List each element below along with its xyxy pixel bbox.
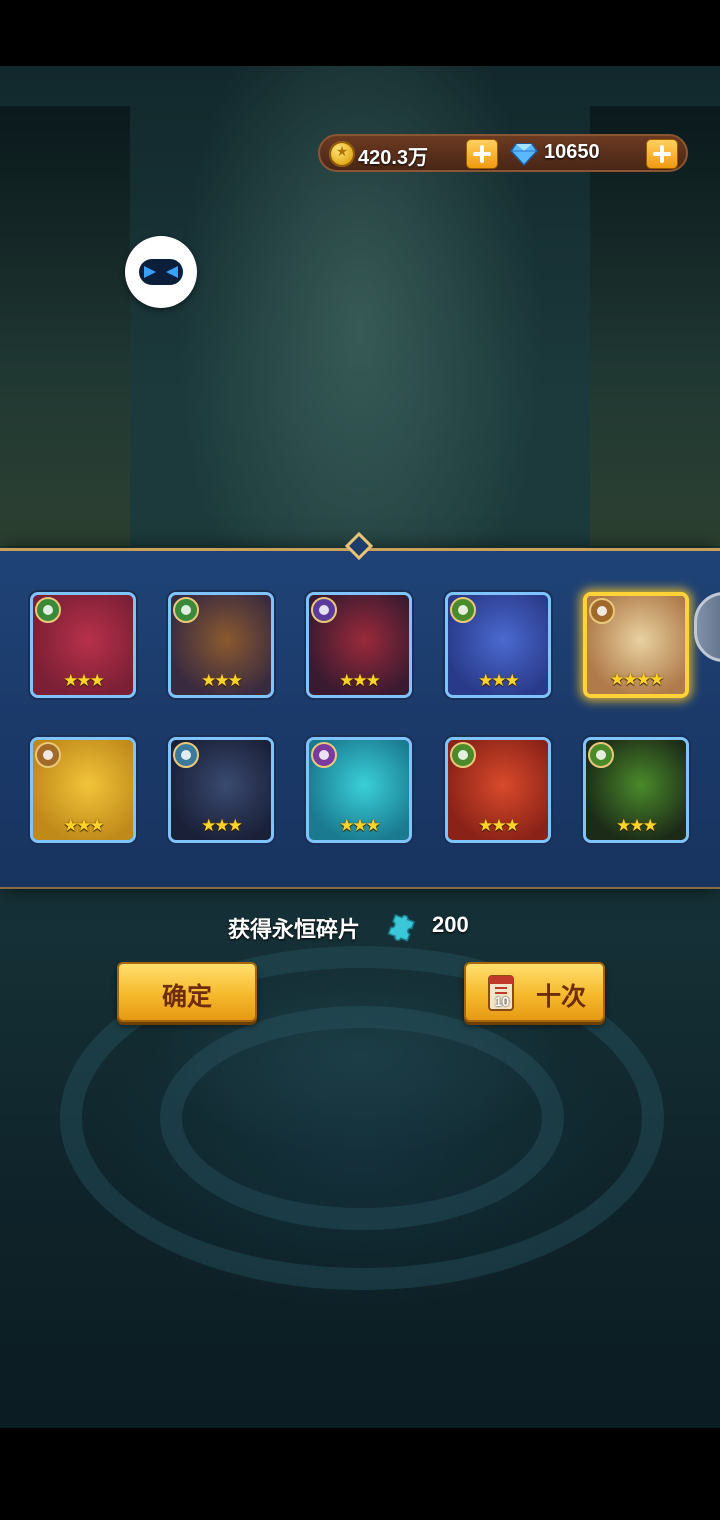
star-rating: ★★★★	[609, 670, 665, 689]
background-pillar-left	[0, 106, 130, 546]
hero-rock-golem-card[interactable]: ★★★	[583, 737, 689, 843]
forest-faction-icon	[588, 742, 614, 768]
arcane-faction-icon	[311, 742, 337, 768]
nature-faction-icon	[173, 597, 199, 623]
hero-monkey-warrior-card[interactable]: ★★★	[168, 592, 274, 698]
forest-faction-icon	[450, 742, 476, 768]
hero-dark-valkyrie-card[interactable]: ★★★	[168, 737, 274, 843]
ten-draw-button[interactable]: 10 十次	[464, 962, 605, 1022]
water-faction-icon	[173, 742, 199, 768]
hero-red-ogre-card[interactable]: ★★★	[445, 737, 551, 843]
nature-faction-icon	[35, 597, 61, 623]
puzzle-shard-icon	[387, 914, 416, 942]
star-rating: ★★★	[478, 816, 520, 835]
star-rating: ★★★	[201, 671, 243, 690]
star-rating: ★★★	[478, 671, 520, 690]
ticket-count: 10	[494, 994, 510, 1009]
star-rating: ★★★	[339, 816, 381, 835]
light-faction-icon	[589, 598, 615, 624]
star-rating: ★★★	[616, 816, 658, 835]
confirm-button[interactable]: 确定	[117, 962, 257, 1022]
hero-red-bird-card[interactable]: ★★★	[30, 592, 136, 698]
add-gems-button[interactable]	[646, 139, 678, 169]
hero-blue-shark-card[interactable]: ★★★	[445, 592, 551, 698]
hero-ice-beast-card[interactable]: ★★★	[306, 737, 412, 843]
ten-draw-button-label: 十次	[536, 983, 587, 1011]
star-rating: ★★★	[339, 671, 381, 690]
star-rating: ★★★	[63, 671, 105, 690]
gem-amount: 10650	[544, 141, 600, 163]
gold-amount: 420.3万	[358, 147, 429, 169]
currency-bar: 420.3万 10650	[318, 134, 688, 172]
confirm-button-label: 确定	[161, 983, 212, 1011]
background-floor	[0, 886, 720, 1428]
reward-label: 获得永恒碎片	[228, 917, 361, 942]
reward-amount: 200	[432, 912, 469, 937]
hero-elf-maiden-card[interactable]: ★★★★	[583, 592, 689, 698]
reward-row: 获得永恒碎片 200	[0, 906, 720, 946]
star-rating: ★★★	[201, 816, 243, 835]
forest-faction-icon	[450, 597, 476, 623]
hero-eagle-knight-card[interactable]: ★★★	[306, 592, 412, 698]
background-pillar-right	[590, 106, 720, 546]
star-rating: ★★★	[63, 816, 105, 835]
dark-faction-icon	[311, 597, 337, 623]
gold-coin-icon	[329, 141, 355, 167]
diamond-icon	[510, 143, 538, 166]
floating-assistant-button[interactable]	[125, 236, 197, 308]
add-gold-button[interactable]	[466, 139, 498, 169]
light-faction-icon	[35, 742, 61, 768]
assistant-icon	[139, 259, 183, 285]
hero-golden-golem-card[interactable]: ★★★	[30, 737, 136, 843]
